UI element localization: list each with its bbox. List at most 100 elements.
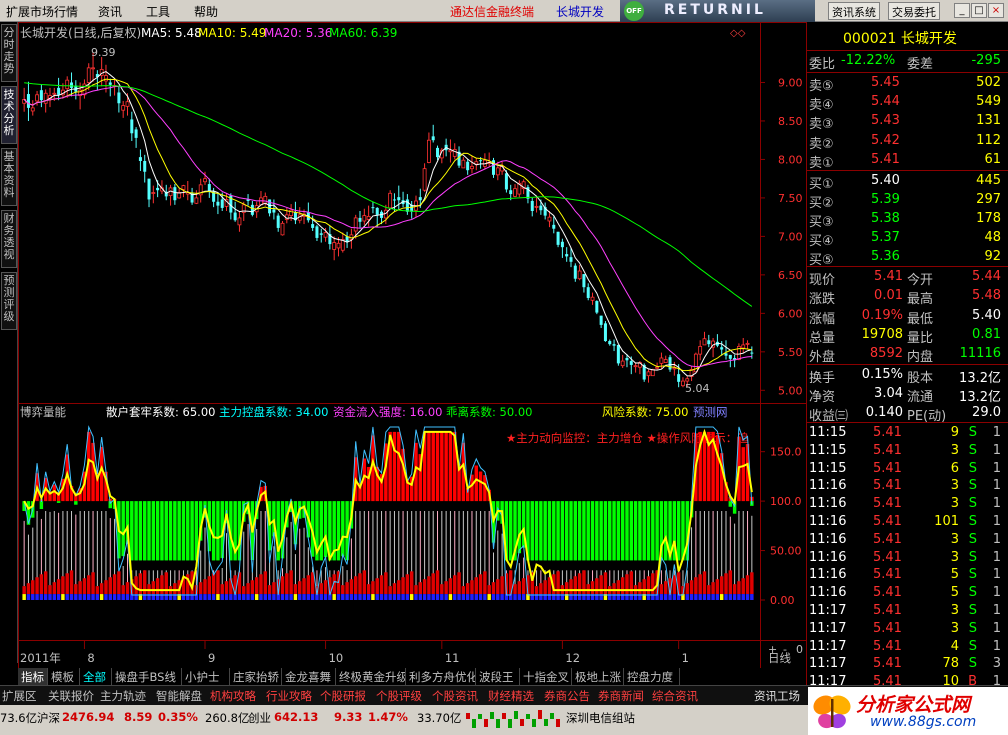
indicator-base-blue: [229, 594, 233, 600]
stat2-label: 流通: [907, 390, 934, 405]
indicator-base-blue: [39, 594, 44, 600]
indicator-base-red: [52, 582, 57, 595]
menu-tools[interactable]: 工具: [146, 3, 170, 20]
indicator-base-blue: [517, 594, 522, 600]
info-tab[interactable]: 个股资讯: [430, 688, 486, 704]
tick-volume: 78: [942, 656, 959, 672]
indicator-base-blue: [698, 594, 702, 600]
status-server[interactable]: 深圳电信组站: [566, 710, 635, 726]
logo-url[interactable]: www.88gs.com: [870, 714, 976, 730]
stat2-row: 净资 3.04 流通 13.2亿: [807, 385, 1008, 405]
indicator-tick: 50.00: [770, 545, 802, 558]
indicator-green-bar: [612, 501, 616, 561]
candle-body: [86, 67, 91, 83]
info-tab[interactable]: 扩展区: [0, 688, 46, 704]
indicator-green-bar: [341, 501, 345, 557]
indicator-base-blue: [448, 594, 453, 600]
tab-technical[interactable]: 技术分析: [1, 86, 17, 144]
info-tab[interactable]: 个股研报: [318, 688, 374, 704]
info-tab[interactable]: 资讯工场: [752, 688, 810, 704]
sanhu-coef: 散户套牢系数: 65.00: [106, 405, 215, 419]
candle-body: [745, 342, 750, 345]
zoom-reset[interactable]: 0: [796, 643, 803, 656]
tab-fundamentals[interactable]: 基本资料: [1, 148, 17, 206]
indicator-name: 博弈量能: [20, 405, 66, 419]
info-tab[interactable]: 行业攻略: [264, 688, 318, 704]
indicator-tab[interactable]: 模板: [48, 668, 80, 685]
info-tab[interactable]: 关联报价: [46, 688, 98, 704]
menu-help[interactable]: 帮助: [194, 3, 218, 20]
indicator-tab[interactable]: 控盘力度: [624, 668, 680, 685]
indicator-tab[interactable]: 利多方舟优化: [406, 668, 476, 685]
indicator-base-red: [22, 586, 26, 595]
indicator-tick: 150.0: [770, 446, 802, 459]
indicator-base-blue: [112, 594, 117, 600]
indicator-base-blue: [750, 594, 754, 600]
info-tab[interactable]: 财经精选: [486, 688, 542, 704]
candle-body: [237, 217, 242, 226]
trade-order-button[interactable]: 交易委托: [888, 2, 940, 20]
ma20-label: MA20: 5.36: [264, 26, 332, 40]
indicator-base-red: [702, 571, 707, 595]
promo-link[interactable]: 通达信金融终端: [450, 3, 534, 20]
stock-link[interactable]: 长城开发: [556, 3, 604, 20]
indicator-base-red: [39, 574, 44, 595]
indicator-tab[interactable]: 全部: [80, 668, 112, 685]
tab-rating[interactable]: 预测评级: [1, 272, 17, 330]
candle-body: [659, 357, 664, 364]
candle-body: [612, 344, 616, 346]
chart-marker-icon[interactable]: ◇◇: [730, 28, 746, 39]
menu-bar: 扩展市场行情 资讯 工具 帮助 通达信金融终端 长城开发 RETURNIL OF…: [0, 0, 1008, 22]
candle-body: [108, 82, 112, 85]
indicator-base-red: [289, 570, 293, 595]
indicator-tab[interactable]: 波段王: [476, 668, 520, 685]
info-tab[interactable]: 主力轨迹: [98, 688, 154, 704]
indicator-tab[interactable]: 金龙喜舞: [282, 668, 336, 685]
chart-area[interactable]: 长城开发(日线,后复权) MA5: 5.48 MA10: 5.49 MA20: …: [18, 22, 806, 668]
buy-row: 买⑤ 5.36 92: [807, 248, 1008, 268]
indicator-base-blue: [345, 594, 349, 600]
menu-extended-market[interactable]: 扩展市场行情: [6, 3, 78, 20]
info-tab[interactable]: 个股评级: [374, 688, 430, 704]
candle-body: [405, 199, 409, 212]
indicator-tab[interactable]: 指标: [18, 668, 48, 685]
candle-body: [125, 101, 130, 107]
candle-body: [629, 361, 633, 365]
indicator-tab[interactable]: 庄家抬轿: [230, 668, 282, 685]
info-tab[interactable]: 券商新闻: [596, 688, 650, 704]
info-tab[interactable]: 智能解盘: [154, 688, 208, 704]
minimize-button[interactable]: _: [954, 3, 970, 18]
indicator-base-blue: [43, 594, 48, 600]
indicator-tab[interactable]: 终极黄金升级: [336, 668, 406, 685]
candle-body: [263, 195, 268, 204]
close-button[interactable]: ×: [988, 3, 1004, 18]
menu-news[interactable]: 资讯: [98, 3, 122, 20]
tab-financials[interactable]: 财务透视: [1, 210, 17, 268]
maximize-button[interactable]: □: [971, 3, 987, 18]
zoom-minus[interactable]: -: [783, 643, 787, 656]
stat-label: 涨幅: [809, 311, 836, 327]
info-tab[interactable]: 券商公告: [542, 688, 596, 704]
indicator-tab[interactable]: 十指金叉: [520, 668, 572, 685]
indicator-green-bar: [577, 501, 582, 561]
indicator-tab[interactable]: 操盘手BS线: [112, 668, 182, 685]
buy-price: 5.39: [871, 192, 900, 207]
indicator-red-bar: [431, 431, 435, 502]
zoom-plus[interactable]: +: [768, 643, 777, 656]
indicator-base-red: [87, 575, 91, 595]
tab-intraday[interactable]: 分时走势: [1, 24, 17, 82]
candle-body: [720, 347, 724, 350]
indicator-base-red: [431, 573, 435, 595]
forecast-link[interactable]: 预测网: [693, 405, 728, 419]
info-tab[interactable]: 综合资讯: [650, 688, 710, 704]
info-tab[interactable]: 机构攻略: [208, 688, 264, 704]
indicator-green-bar: [160, 501, 164, 561]
tick-direction: S: [968, 620, 977, 636]
indicator-base-red: [440, 584, 444, 595]
indicator-base-blue: [203, 594, 207, 600]
indicator-tab[interactable]: 极地上涨: [572, 668, 624, 685]
news-system-button[interactable]: 资讯系统: [828, 2, 880, 20]
tick-row: 11:16 5.41 5 S 1: [807, 584, 1008, 603]
candle-body: [663, 359, 668, 363]
indicator-tab[interactable]: 小护士: [182, 668, 230, 685]
